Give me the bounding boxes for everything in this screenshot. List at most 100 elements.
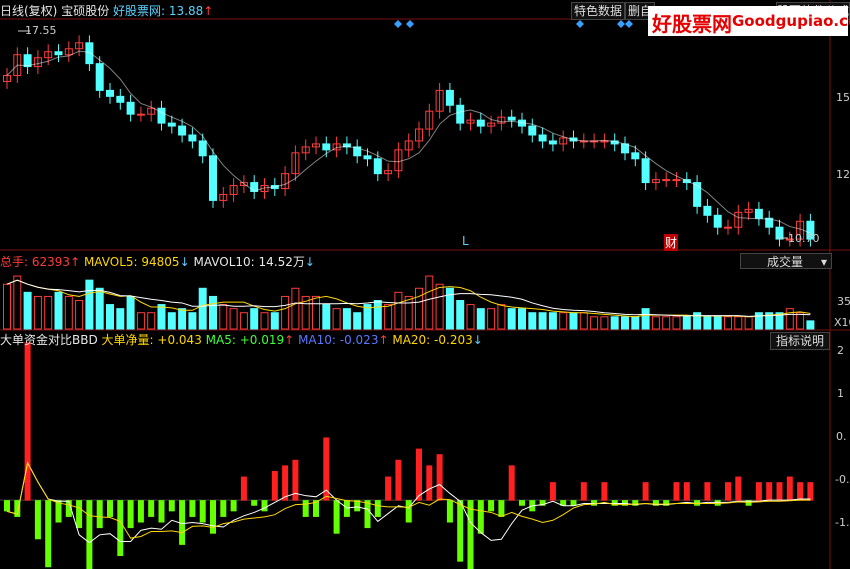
candle-body (363, 155, 372, 160)
down-arrow-icon: ↓ (472, 333, 483, 347)
volume-bar (54, 291, 63, 330)
volume-bar (538, 312, 547, 330)
volume-bar (353, 312, 362, 330)
logo-en: Goodgupiao.com (732, 12, 850, 30)
tab-special-data[interactable]: 特色数据 (571, 2, 625, 20)
volume-bar (734, 316, 743, 330)
bbd-negative-bar (519, 500, 525, 506)
volume-bar (126, 295, 135, 330)
volume-bar (682, 316, 691, 330)
volume-bar (291, 287, 300, 330)
candle-body (209, 155, 217, 201)
bbd-positive-bar (766, 482, 773, 501)
volume-bar (621, 316, 629, 330)
price-panel-header: 日线(复权) 宝硕股份 好股票网: 13.88↑ (0, 3, 213, 19)
bbd-negative-bar (86, 500, 93, 569)
bbd-negative-bar (364, 500, 371, 529)
candle-body (476, 119, 485, 127)
candle-body (775, 226, 784, 240)
candle-body (662, 179, 671, 182)
candle-body (672, 179, 681, 182)
volume-bar (497, 304, 506, 330)
candle-body (703, 205, 712, 216)
bbd-positive-bar (426, 465, 433, 501)
candle-body (85, 42, 94, 65)
bbd-negative-bar (498, 500, 505, 517)
site-logo: 好股票网 Goodgupiao.com (648, 6, 850, 36)
volume-bar (106, 304, 114, 330)
volume-bar (724, 316, 732, 330)
candle-body (178, 125, 187, 136)
volume-bar (754, 312, 763, 330)
bbd-positive-bar (416, 448, 422, 501)
volume-bar (425, 275, 434, 330)
bbd-positive-bar (282, 465, 289, 501)
volume-bar (23, 291, 32, 330)
net-label: 大单净量: (101, 333, 154, 347)
volume-bar (528, 312, 537, 330)
volume-bar (342, 308, 351, 330)
volume-bar (281, 295, 290, 330)
volume-bar (75, 300, 84, 330)
volume-bar (404, 295, 413, 330)
volume-bar (312, 295, 320, 330)
bbd-negative-bar (251, 500, 258, 506)
volume-total-label: 总手: (0, 255, 29, 269)
volume-bar (703, 316, 712, 330)
bbd-positive-bar (735, 476, 742, 501)
bbd-positive-bar (725, 482, 731, 501)
bbd-negative-bar (467, 500, 474, 569)
volume-dropdown[interactable]: 成交量 ▾ (740, 253, 832, 269)
bbd-negative-bar (34, 500, 41, 540)
volume-bar (641, 308, 650, 330)
candle-body (157, 107, 166, 124)
mavol5-label: MAVOL5: (83, 255, 138, 269)
bbd-negative-bar (127, 500, 134, 529)
bbd-positive-bar (601, 482, 608, 501)
bbd-negative-bar (405, 500, 412, 523)
bbd-positive-bar (807, 482, 814, 501)
volume-bar (3, 283, 11, 330)
price-high-label: 17.55 (25, 24, 57, 37)
indicator-axis-1: 1 (837, 387, 844, 400)
volume-bar (394, 291, 403, 330)
indicator-axis-4: -1. (835, 516, 850, 529)
volume-bar (13, 275, 22, 330)
site-value: 13.88 (168, 4, 204, 18)
volume-bar (785, 308, 794, 330)
up-arrow-icon: ↑ (70, 255, 81, 269)
candle-body (116, 95, 125, 103)
down-arrow-icon: ↓ (179, 255, 190, 269)
candle-body (445, 89, 454, 106)
volume-bar (487, 308, 496, 330)
indicator-panel-header: 大单资金对比BBD 大单净量: +0.043 MA5: +0.019↑ MA10… (0, 332, 483, 348)
bbd-negative-bar (76, 500, 83, 529)
mavol10-label: MAVOL10: (193, 255, 255, 269)
bbd-positive-bar (673, 482, 680, 501)
bbd-positive-bar (786, 476, 793, 501)
volume-bar (744, 316, 753, 330)
candle-body (126, 101, 135, 115)
volume-bar (85, 279, 94, 330)
up-arrow-icon: ↑ (378, 333, 389, 347)
candle-body (198, 140, 207, 157)
bbd-negative-bar (148, 500, 155, 517)
volume-bar (796, 312, 805, 330)
bbd-positive-bar (395, 459, 402, 501)
bbd-positive-bar (797, 482, 804, 501)
bbd-ma20-label: MA20: (392, 333, 431, 347)
volume-bar (631, 316, 640, 330)
volume-bar (116, 308, 125, 330)
volume-bar (466, 304, 475, 330)
net-value: +0.043 (157, 333, 202, 347)
bbd-negative-bar (333, 500, 340, 534)
volume-bar (157, 304, 166, 330)
volume-bar (270, 312, 279, 330)
indicator-help-button[interactable]: 指标说明 (770, 332, 830, 350)
bbd-ma10-value: -0.023 (339, 333, 379, 347)
volume-bar (332, 308, 341, 330)
marker-cai: 财 (664, 234, 679, 251)
candle-body (136, 113, 145, 116)
volume-bar (95, 287, 104, 330)
volume-bar (33, 295, 42, 330)
